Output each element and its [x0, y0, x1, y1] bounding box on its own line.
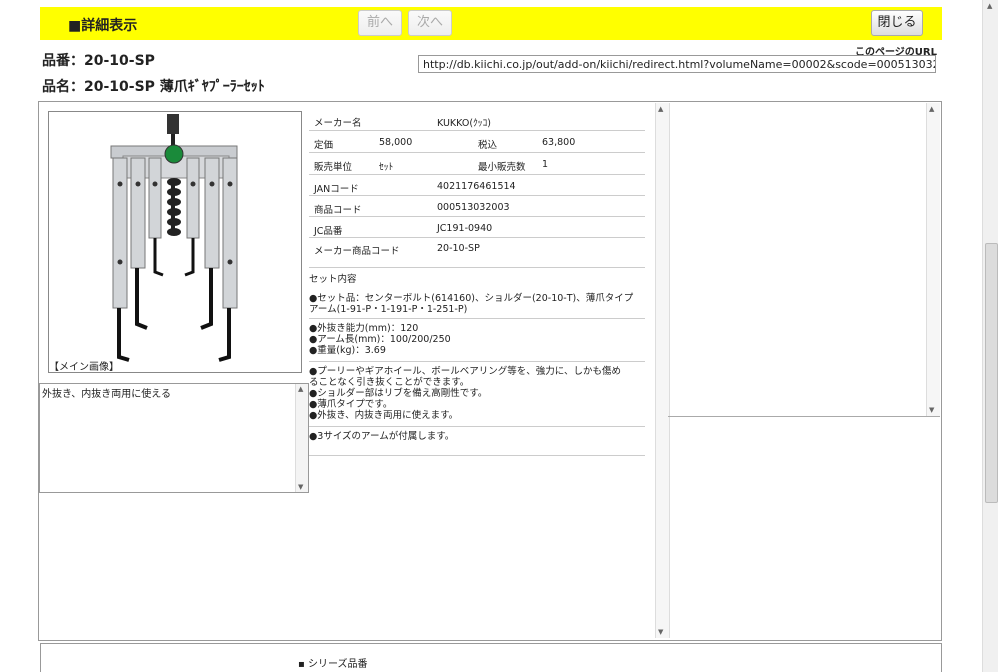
set-contents-heading: セット内容 [309, 274, 357, 285]
maker-label: メーカー名 [314, 118, 362, 129]
unit-label: 販売単位 [314, 162, 353, 173]
hinmei-heading: 品名：20-10-SP 薄爪ｷﾞﾔﾌﾟｰﾗｰｾｯﾄ [42, 76, 265, 96]
scroll-up-icon[interactable]: ▲ [658, 105, 663, 113]
list-item: ●重量(kg)：3.69 [309, 345, 386, 356]
spec-table: メーカー名 KUKKO(ｸｯｺ) 定価 58,000 税込 63,800 販売単… [309, 110, 645, 268]
series-label: シリーズ品番 [307, 659, 368, 670]
description-text: 外抜き、内抜き両用に使える [42, 389, 171, 400]
scroll-down-icon[interactable]: ▼ [929, 406, 934, 414]
next-button[interactable]: 次へ [408, 10, 452, 36]
close-button[interactable]: 閉じる [871, 10, 923, 36]
hinmei-value: 20-10-SP 薄爪ｷﾞﾔﾌﾟｰﾗｰｾｯﾄ [84, 79, 265, 95]
price-value: 58,000 [379, 137, 413, 148]
code-value: 000513032003 [437, 202, 510, 213]
list-item: ●外抜き、内抜き両用に使えます。 [309, 410, 459, 421]
table-row: JC品番 JC191-0940 [309, 217, 645, 238]
divider [309, 426, 645, 427]
table-row: メーカー名 KUKKO(ｸｯｺ) [309, 110, 645, 131]
maker-code-label: メーカー商品コード [314, 246, 400, 257]
code-label: 商品コード [314, 205, 362, 216]
maker-code-value: 20-10-SP [437, 243, 480, 254]
right-pane-scrollbar[interactable]: ▲ ▼ [926, 103, 940, 416]
scroll-up-icon[interactable]: ▲ [987, 2, 992, 10]
product-image-box: 【メイン画像】 [48, 111, 302, 373]
list-item: ●プーリーやギアホイール、ボールベアリング等を、強力に、しかも傷め [309, 366, 622, 377]
hinban-value: 20-10-SP [84, 53, 155, 69]
scroll-up-icon[interactable]: ▲ [929, 105, 934, 113]
hinban-label: 品番： [42, 53, 84, 69]
divider [309, 455, 645, 456]
maker-value: KUKKO(ｸｯｺ) [437, 118, 492, 129]
scroll-up-icon[interactable]: ▲ [298, 385, 303, 393]
main-image-caption: 【メイン画像】 [49, 362, 119, 373]
jc-value: JC191-0940 [437, 223, 493, 234]
scrollbar-thumb[interactable] [985, 243, 998, 503]
series-list-item: ▪ シリーズ品番 [298, 655, 367, 670]
min-label: 最小販売数 [478, 162, 526, 173]
toolbar: ■詳細表示 [40, 7, 942, 40]
page-url-field[interactable]: http://db.kiichi.co.jp/out/add-on/kiichi… [418, 55, 936, 73]
table-row: 定価 58,000 税込 63,800 [309, 131, 645, 153]
table-row: メーカー商品コード 20-10-SP [309, 238, 645, 268]
jan-label: JANコード [314, 184, 359, 195]
dims-list: ●外抜き能力(mm)：120 ●アーム長(mm)：100/200/250 ●重量… [309, 323, 639, 356]
detail-view-title: ■詳細表示 [68, 18, 138, 34]
arms-note: ●3サイズのアームが付属します。 [309, 431, 455, 442]
tax-label: 税込 [478, 140, 498, 151]
right-pane [668, 103, 940, 417]
tax-value: 63,800 [542, 137, 576, 148]
hinmei-label: 品名： [42, 79, 84, 95]
table-row: 商品コード 000513032003 [309, 196, 645, 217]
divider [309, 318, 645, 319]
list-item: ●外抜き能力(mm)：120 [309, 323, 419, 334]
jan-value: 4021176461514 [437, 181, 516, 192]
divider [309, 361, 645, 362]
table-row: 販売単位 ｾｯﾄ 最小販売数 1 [309, 153, 645, 175]
bullet-icon: ▪ [298, 659, 305, 670]
min-value: 1 [542, 159, 549, 170]
page-scrollbar[interactable]: ▲ [982, 0, 998, 672]
hinban-heading: 品番：20-10-SP [42, 50, 155, 70]
jc-label: JC品番 [314, 226, 343, 237]
list-item: ●アーム長(mm)：100/200/250 [309, 334, 451, 345]
scroll-down-icon[interactable]: ▼ [298, 483, 303, 491]
set-contents-line1: ●セット品：センターボルト(614160)、ショルダー(20-10-T)、薄爪タ… [309, 293, 634, 304]
description-scrollbar[interactable]: ▲ ▼ [295, 384, 308, 492]
gear-puller-image [110, 114, 238, 362]
price-label: 定価 [314, 140, 334, 151]
table-row: JANコード 4021176461514 [309, 175, 645, 196]
unit-value: ｾｯﾄ [379, 162, 394, 173]
list-item: ることなく引き抜くことができます。 [309, 377, 470, 388]
list-item: ●ショルダー部はリブを備え高剛性です。 [309, 388, 488, 399]
set-contents-line2: アーム(1-91-P・1-191-P・1-251-P) [309, 304, 468, 315]
features-list: ●プーリーやギアホイール、ボールベアリング等を、強力に、しかも傷め ることなく引… [309, 366, 639, 421]
prev-button[interactable]: 前へ [358, 10, 402, 36]
description-area[interactable]: 外抜き、内抜き両用に使える ▲ ▼ [39, 383, 309, 493]
scroll-down-icon[interactable]: ▼ [658, 628, 663, 636]
list-item: ●薄爪タイプです。 [309, 399, 393, 410]
series-panel [40, 643, 942, 672]
